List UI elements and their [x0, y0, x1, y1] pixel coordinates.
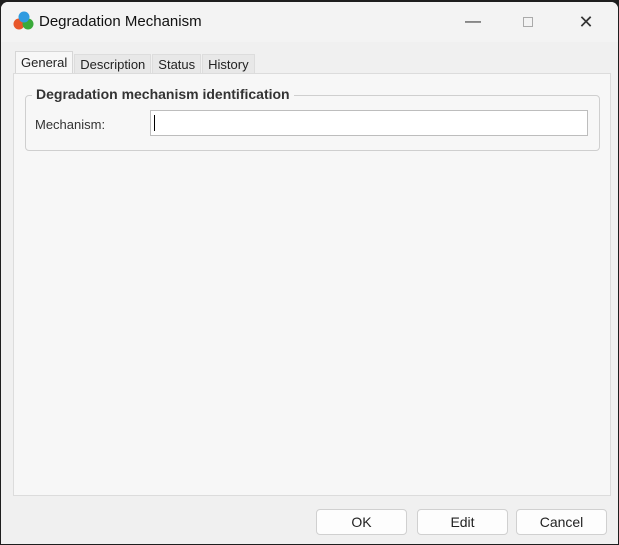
- title-bar: Degradation Mechanism — ✕: [1, 2, 618, 42]
- tab-status[interactable]: Status: [152, 54, 202, 75]
- close-icon: ✕: [578, 11, 594, 32]
- ok-button[interactable]: OK: [316, 509, 407, 535]
- app-molecule-icon: [13, 11, 34, 30]
- edit-button[interactable]: Edit: [417, 509, 508, 535]
- dialog-window: Degradation Mechanism — ✕ General Descri…: [1, 2, 618, 544]
- text-caret: [154, 115, 155, 131]
- tab-general[interactable]: General: [15, 51, 74, 75]
- mechanism-input[interactable]: [150, 110, 588, 136]
- maximize-icon: [523, 17, 533, 27]
- minimize-icon: —: [465, 13, 481, 30]
- tab-bar: General Description Status History: [15, 51, 256, 75]
- tab-description[interactable]: Description: [74, 54, 152, 75]
- window-title: Degradation Mechanism: [39, 13, 202, 30]
- mechanism-label: Mechanism:: [35, 117, 106, 132]
- close-button[interactable]: ✕: [563, 2, 609, 42]
- cancel-button[interactable]: Cancel: [516, 509, 607, 535]
- identification-group: Degradation mechanism identification Mec…: [25, 86, 600, 151]
- maximize-button[interactable]: [505, 2, 551, 42]
- tab-history[interactable]: History: [202, 54, 255, 75]
- general-tab-panel: Degradation mechanism identification Mec…: [13, 73, 611, 496]
- minimize-button[interactable]: —: [450, 2, 496, 42]
- group-title: Degradation mechanism identification: [32, 86, 294, 102]
